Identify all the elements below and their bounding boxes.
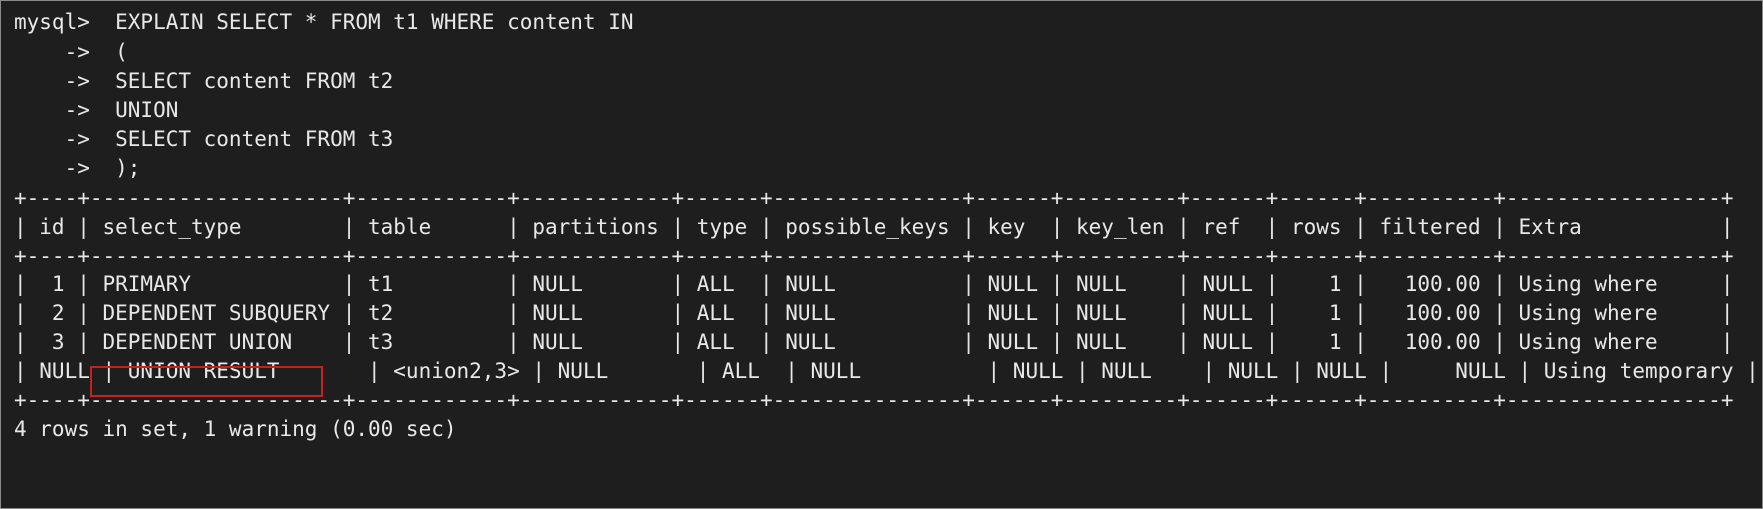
prompt-line: -> );: [14, 156, 141, 180]
prompt-line: -> SELECT content FROM t2: [14, 69, 394, 93]
prompt-line: -> (: [14, 40, 128, 64]
table-row: | 3 | DEPENDENT UNION | t3 | NULL | ALL …: [14, 330, 1734, 354]
prompt-line: mysql> EXPLAIN SELECT * FROM t1 WHERE co…: [14, 10, 634, 34]
dependent-union-highlight: [90, 366, 323, 397]
table-row: | 2 | DEPENDENT SUBQUERY | t2 | NULL | A…: [14, 301, 1734, 325]
prompt-line: -> SELECT content FROM t3: [14, 127, 394, 151]
result-summary: 4 rows in set, 1 warning (0.00 sec): [14, 417, 457, 441]
table-border-top: +----+--------------------+------------+…: [14, 186, 1734, 210]
table-border-mid: +----+--------------------+------------+…: [14, 244, 1734, 268]
prompt-line: -> UNION: [14, 98, 179, 122]
table-row: | 1 | PRIMARY | t1 | NULL | ALL | NULL |…: [14, 272, 1734, 296]
table-header-row: | id | select_type | table | partitions …: [14, 215, 1734, 239]
terminal-window: mysql> EXPLAIN SELECT * FROM t1 WHERE co…: [0, 0, 1763, 509]
